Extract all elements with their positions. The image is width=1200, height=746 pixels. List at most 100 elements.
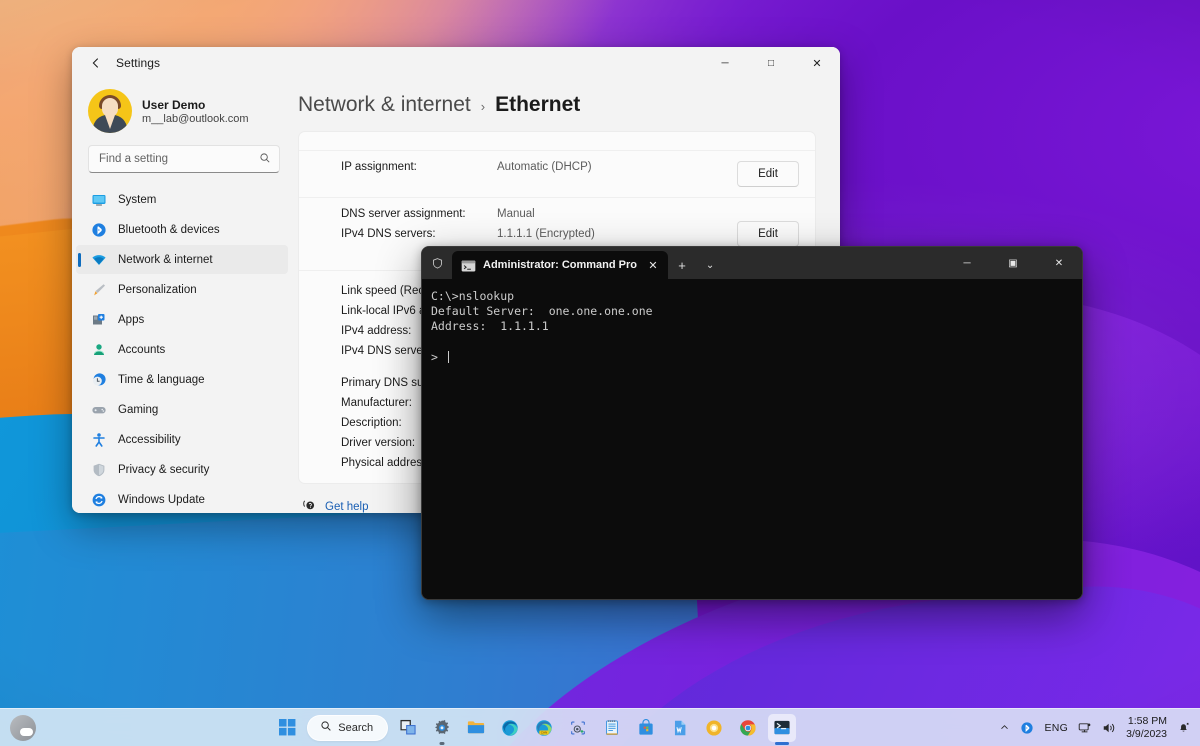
terminal-tab-close-icon[interactable]: ✕ [644, 256, 662, 274]
windows-start-icon[interactable] [273, 714, 301, 742]
settings-sidebar: User Demo m__lab@outlook.com Find a sett… [72, 79, 294, 513]
terminal-tab[interactable]: Administrator: Command Pro ✕ [452, 251, 669, 279]
edge-canary-icon[interactable]: CAN [530, 714, 558, 742]
terminal-window[interactable]: Administrator: Command Pro ✕ + ⌄ ─ ▣ ✕ C… [421, 246, 1083, 600]
sidebar-item-windows-update[interactable]: Windows Update [76, 485, 288, 513]
chrome-icon[interactable] [734, 714, 762, 742]
speaker-icon[interactable] [1102, 721, 1116, 735]
update-icon [91, 492, 107, 508]
breadcrumb[interactable]: Network & internet › Ethernet [298, 93, 816, 117]
sidebar-item-privacy-security[interactable]: Privacy & security [76, 455, 288, 484]
settings-titlebar[interactable]: Settings ─ □ ✕ [72, 47, 840, 79]
search-icon [320, 720, 332, 735]
wifi-icon [91, 252, 107, 268]
taskbar-date: 3/9/2023 [1126, 727, 1167, 740]
back-arrow-icon[interactable] [80, 49, 112, 77]
notification-bell-icon[interactable] [1177, 721, 1190, 734]
terminal-minimize-button[interactable]: ─ [944, 247, 990, 279]
edit-dns-assignment-button[interactable]: Edit [737, 221, 799, 247]
command-prompt-icon [461, 259, 476, 272]
chevron-down-icon[interactable]: ⌄ [696, 251, 724, 279]
settings-nav[interactable]: System Bluetooth & devices Network & int… [76, 185, 290, 513]
sidebar-item-label: Apps [118, 313, 145, 326]
sidebar-item-label: Personalization [118, 283, 197, 296]
chrome-beta-icon[interactable] [700, 714, 728, 742]
taskbar-left [0, 714, 70, 741]
account-name: User Demo [142, 97, 206, 112]
avatar [88, 89, 132, 133]
search-placeholder: Find a setting [99, 153, 169, 165]
sidebar-item-accessibility[interactable]: Accessibility [76, 425, 288, 454]
text-caret [447, 350, 449, 363]
page-title: Ethernet [495, 93, 581, 116]
account-card[interactable]: User Demo m__lab@outlook.com [76, 81, 290, 141]
get-help-label: Get help [325, 500, 369, 513]
sidebar-item-personalization[interactable]: Personalization [76, 275, 288, 304]
terminal-close-button[interactable]: ✕ [1036, 247, 1082, 279]
weather-cloud-icon[interactable] [10, 714, 36, 741]
accessibility-icon [91, 432, 107, 448]
snipping-tool-icon[interactable] [564, 714, 592, 742]
chevron-up-icon[interactable] [999, 722, 1010, 733]
terminal-console-output[interactable]: C:\>nslookup Default Server: one.one.one… [422, 279, 1082, 599]
settings-gear-icon[interactable] [428, 714, 456, 742]
system-tray[interactable]: ENG 1:58 PM 3/9/2023 [999, 709, 1200, 746]
notepad-icon[interactable] [598, 714, 626, 742]
console-line: Address: 1.1.1.1 [431, 319, 549, 334]
close-button[interactable]: ✕ [794, 47, 840, 79]
breadcrumb-parent[interactable]: Network & internet [298, 93, 471, 117]
settings-window-title: Settings [116, 56, 161, 70]
file-explorer-icon[interactable] [462, 714, 490, 742]
ipv4-dns-servers-label: IPv4 DNS servers: [341, 228, 436, 240]
settings-window-controls[interactable]: ─ □ ✕ [702, 47, 840, 79]
sidebar-item-label: Network & internet [118, 253, 213, 266]
svg-text:CAN: CAN [541, 730, 547, 734]
network-icon[interactable] [1078, 721, 1092, 735]
edge-icon[interactable] [496, 714, 524, 742]
bluetooth-icon[interactable] [1020, 721, 1034, 735]
sidebar-item-label: Gaming [118, 403, 159, 416]
shield-icon [422, 247, 452, 279]
new-tab-button[interactable]: + [668, 251, 696, 279]
maximize-button[interactable]: □ [748, 47, 794, 79]
terminal-window-controls[interactable]: ─ ▣ ✕ [944, 247, 1082, 279]
clock-date-button[interactable]: 1:58 PM 3/9/2023 [1126, 715, 1167, 741]
taskbar[interactable]: Search CAN ENG 1:58 PM 3/9/2023 [0, 708, 1200, 746]
gamepad-icon [91, 402, 107, 418]
paintbrush-icon [91, 282, 107, 298]
sidebar-item-bluetooth-devices[interactable]: Bluetooth & devices [76, 215, 288, 244]
sidebar-item-gaming[interactable]: Gaming [76, 395, 288, 424]
taskbar-search-label: Search [338, 721, 374, 734]
sidebar-item-label: Accounts [118, 343, 166, 356]
terminal-maximize-button[interactable]: ▣ [990, 247, 1036, 279]
dns-assignment-label: DNS server assignment: [341, 208, 466, 220]
minimize-button[interactable]: ─ [702, 47, 748, 79]
desktop: Settings ─ □ ✕ User Demo m__lab@outlook.… [0, 0, 1200, 746]
accounts-icon [91, 342, 107, 358]
sidebar-item-network-internet[interactable]: Network & internet [76, 245, 288, 274]
language-indicator[interactable]: ENG [1044, 722, 1068, 734]
search-input[interactable]: Find a setting [88, 145, 280, 173]
word-icon[interactable] [666, 714, 694, 742]
sidebar-item-label: Time & language [118, 373, 205, 386]
sidebar-item-time-language[interactable]: Time & language [76, 365, 288, 394]
dns-assignment-value: Manual [497, 208, 535, 220]
sidebar-item-apps[interactable]: Apps [76, 305, 288, 334]
sidebar-item-accounts[interactable]: Accounts [76, 335, 288, 364]
sidebar-item-label: Windows Update [118, 493, 205, 506]
console-line: Default Server: one.one.one.one [431, 304, 653, 319]
console-line: C:\>nslookup [431, 289, 515, 303]
system-icon [91, 192, 107, 208]
ipv4-dns-server-primary: 1.1.1.1 (Encrypted) [497, 228, 595, 240]
ip-assignment-row: IP assignment: Automatic (DHCP) Edit [299, 150, 815, 197]
terminal-titlebar[interactable]: Administrator: Command Pro ✕ + ⌄ ─ ▣ ✕ [422, 247, 1082, 279]
sidebar-item-system[interactable]: System [76, 185, 288, 214]
task-view-icon[interactable] [394, 714, 422, 742]
edit-ip-assignment-button[interactable]: Edit [737, 161, 799, 187]
settings-search-wrap: Find a setting [76, 141, 290, 179]
microsoft-store-icon[interactable] [632, 714, 660, 742]
apps-icon [91, 312, 107, 328]
windows-terminal-icon[interactable] [768, 713, 797, 742]
taskbar-search-button[interactable]: Search [307, 714, 389, 741]
clock-icon [91, 372, 107, 388]
